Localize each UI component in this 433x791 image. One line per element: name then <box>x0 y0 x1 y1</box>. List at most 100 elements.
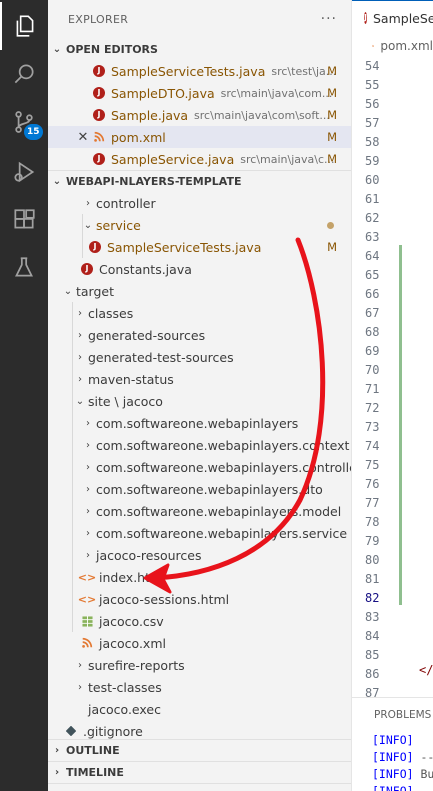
java-file-icon: J <box>89 241 101 253</box>
file-path: src\main\java\c... <box>240 152 335 166</box>
line-number: 64 <box>365 249 380 263</box>
line-number: 61 <box>365 192 380 206</box>
tree-folder-controller[interactable]: › controller <box>48 192 351 214</box>
chevron-right-icon: › <box>86 549 90 561</box>
open-editor-item[interactable]: J Sample.java src\main\java\com\soft... … <box>48 104 351 126</box>
log-level: [INFO] <box>372 733 414 747</box>
code-text: </ <box>419 663 433 677</box>
testing-icon[interactable] <box>0 244 48 292</box>
line-number: 63 <box>365 230 380 244</box>
log-level: [INFO] <box>372 784 414 791</box>
chevron-right-icon: › <box>86 483 90 495</box>
line-number: 76 <box>365 477 380 491</box>
folder-label: maven-status <box>88 371 174 387</box>
tree-file-sampleservicetests[interactable]: J SampleServiceTests.java M <box>48 236 351 258</box>
modified-dot <box>327 222 334 229</box>
folder-label: com.softwareone.webapinlayers.model <box>96 503 342 519</box>
folder-label: com.softwareone.webapinlayers.service <box>96 525 348 541</box>
output-line: [INFO] <box>352 783 433 791</box>
tree-file-jacoco-exec[interactable]: jacoco.exec <box>48 698 351 720</box>
tree-file-constants[interactable]: J Constants.java <box>48 258 351 280</box>
source-control-badge: 15 <box>24 124 43 140</box>
timeline-title: TIMELINE <box>66 766 124 779</box>
tree-folder-package[interactable]: › com.softwareone.webapinlayers.model <box>48 500 351 522</box>
modified-badge: M <box>327 108 337 122</box>
extensions-icon[interactable] <box>0 196 48 244</box>
git-file-icon <box>64 724 78 738</box>
line-number: 55 <box>365 78 380 92</box>
tree-folder-package[interactable]: › com.softwareone.webapinlayers.service <box>48 522 351 544</box>
rss-xml-icon <box>372 44 375 47</box>
file-label: pom.xml <box>111 129 166 145</box>
line-number: 59 <box>365 154 380 168</box>
tree-folder-surefire-reports[interactable]: › surefire-reports <box>48 654 351 676</box>
tree-folder-package[interactable]: › com.softwareone.webapinlayers.context <box>48 434 351 456</box>
html-file-icon: <> <box>77 570 97 584</box>
open-editor-item[interactable]: J SampleService.java src\main\java\c... … <box>48 148 351 170</box>
chevron-right-icon: › <box>86 439 90 451</box>
line-number: 57 <box>365 116 380 130</box>
explorer-icon[interactable] <box>0 2 48 50</box>
chevron-right-icon: › <box>86 417 90 429</box>
chevron-right-icon: › <box>78 373 82 385</box>
line-number: 74 <box>365 439 380 453</box>
project-section[interactable]: ⌄ WEBAPI-NLAYERS-TEMPLATE <box>48 170 351 192</box>
output-line: [INFO] <box>352 732 433 749</box>
tree-folder-target[interactable]: ⌄ target <box>48 280 351 302</box>
chevron-right-icon: › <box>86 505 90 517</box>
tree-folder-generated-test-sources[interactable]: › generated-test-sources <box>48 346 351 368</box>
open-editors-section[interactable]: ⌄ OPEN EDITORS <box>48 38 351 60</box>
breadcrumb[interactable]: pom.xml <box>352 35 433 57</box>
activity-bar: 15 <box>0 0 48 791</box>
open-editor-item[interactable]: J SampleServiceTests.java src\test\ja...… <box>48 60 351 82</box>
file-label: jacoco.xml <box>99 635 166 651</box>
bottom-panel: PROBLEMS [INFO] [INFO] -- [INFO] Bu [INFO] <box>352 697 433 791</box>
search-icon[interactable] <box>0 50 48 98</box>
tree-folder-package[interactable]: › com.softwareone.webapinlayers.controll… <box>48 456 351 478</box>
tree-folder-site-jacoco[interactable]: ⌄ site \ jacoco <box>48 390 351 412</box>
tree-folder-service[interactable]: ⌄ service <box>48 214 351 236</box>
source-control-icon[interactable]: 15 <box>0 98 48 146</box>
line-number: 62 <box>365 211 380 225</box>
close-icon[interactable]: ✕ <box>74 130 92 145</box>
folder-label: classes <box>88 305 134 321</box>
tree-folder-maven-status[interactable]: › maven-status <box>48 368 351 390</box>
output-line: [INFO] -- <box>352 749 433 766</box>
java-file-icon: J <box>93 109 105 121</box>
java-file-icon: J <box>364 12 367 24</box>
tree-folder-classes[interactable]: › classes <box>48 302 351 324</box>
tree-file-jacoco-xml[interactable]: jacoco.xml <box>48 632 351 654</box>
html-file-icon: <> <box>77 592 97 606</box>
timeline-section[interactable]: › TIMELINE <box>48 761 351 783</box>
tree-folder-test-classes[interactable]: › test-classes <box>48 676 351 698</box>
chevron-down-icon: ⌄ <box>52 176 62 187</box>
tree-folder-package[interactable]: › com.softwareone.webapinlayers.dto <box>48 478 351 500</box>
file-label: SampleServiceTests.java <box>111 63 266 79</box>
open-editor-item-active[interactable]: ✕ pom.xml M <box>48 126 351 148</box>
line-number: 71 <box>365 382 380 396</box>
editor-tab[interactable]: J SampleServiceTests.java <box>352 0 433 35</box>
chevron-down-icon: ⌄ <box>63 285 73 297</box>
tree-folder-generated-sources[interactable]: › generated-sources <box>48 324 351 346</box>
line-numbers: 54 55 56 57 58 59 60 61 62 63 64 65 66 67 68 69 70 71 72 73… <box>352 57 433 703</box>
tree-file-jacoco-sessions[interactable]: <> jacoco-sessions.html <box>48 588 351 610</box>
folder-label: com.softwareone.webapinlayers.context <box>96 437 350 453</box>
folder-label: test-classes <box>88 679 162 695</box>
tree-file-index-html[interactable]: <> index.html <box>48 566 351 588</box>
open-editor-item[interactable]: J SampleDTO.java src\main\java\com... M <box>48 82 351 104</box>
file-label: SampleDTO.java <box>111 85 215 101</box>
folder-label: com.softwareone.webapinlayers <box>96 415 299 431</box>
line-number: 58 <box>365 135 380 149</box>
tab-problems[interactable]: PROBLEMS <box>352 698 433 732</box>
line-number: 79 <box>365 534 380 548</box>
modified-badge: M <box>327 152 337 166</box>
file-label: Sample.java <box>111 107 189 123</box>
tree-folder-jacoco-resources[interactable]: › jacoco-resources <box>48 544 351 566</box>
more-actions-icon[interactable]: ··· <box>321 11 337 27</box>
csv-file-icon <box>80 614 94 628</box>
file-path: src\main\java\com\soft... <box>194 108 330 122</box>
tree-folder-package[interactable]: › com.softwareone.webapinlayers <box>48 412 351 434</box>
outline-section[interactable]: › OUTLINE <box>48 739 351 761</box>
tree-file-jacoco-csv[interactable]: jacoco.csv <box>48 610 351 632</box>
run-debug-icon[interactable] <box>0 148 48 196</box>
